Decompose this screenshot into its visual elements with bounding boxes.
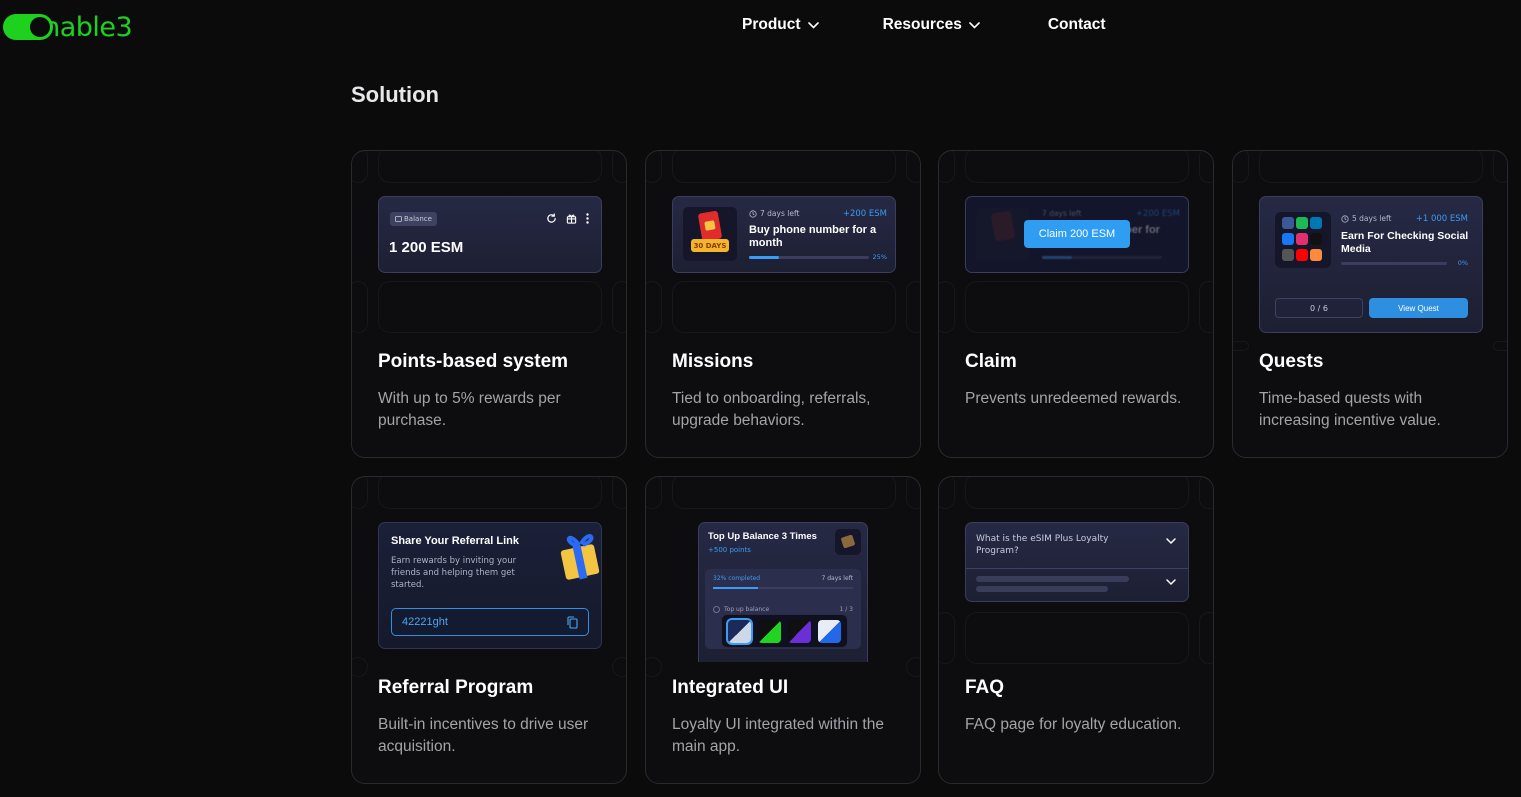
nav-resources-label: Resources	[882, 16, 962, 33]
referral-desc: Earn rewards by inviting your friends an…	[391, 556, 517, 590]
nav-product[interactable]: Product	[742, 16, 819, 34]
quest-reward: +1 000 ESM	[1415, 214, 1468, 224]
nav-product-label: Product	[742, 16, 801, 33]
days-left-text: 7 days left	[760, 209, 800, 218]
card-missions: 30 DAYS 7 days left +200 ESM Buy phone n…	[645, 150, 921, 458]
theme-swatch-light[interactable]	[818, 619, 841, 643]
referral-title: Share Your Referral Link	[391, 535, 519, 547]
balance-actions	[546, 213, 589, 224]
card-desc: FAQ page for loyalty education.	[965, 716, 1182, 733]
days-left: 7 days left	[749, 209, 799, 218]
section-title: Solution	[351, 82, 439, 107]
card-quests: 5 days left +1 000 ESM Earn For Checking…	[1232, 150, 1508, 458]
refresh-icon[interactable]	[546, 213, 557, 224]
faq-divider	[966, 568, 1188, 569]
card-title: Missions	[672, 351, 754, 372]
clock-icon	[1341, 214, 1349, 223]
quest-title: Earn For Checking Social Media	[1341, 230, 1469, 255]
theme-swatch-blue[interactable]	[726, 617, 753, 645]
chevron-down-icon[interactable]	[1166, 538, 1176, 545]
theme-swatches	[721, 614, 848, 648]
card-title: FAQ	[965, 677, 1005, 698]
mission-title: Buy phone number for a month	[749, 224, 877, 249]
gift-box-icon	[560, 534, 600, 580]
nav-contact-label: Contact	[1047, 16, 1106, 33]
referral-widget: Share Your Referral Link Earn rewards by…	[378, 522, 602, 649]
days-left-text: 7 days left	[821, 575, 853, 582]
integrated-progress-bar	[713, 587, 853, 589]
card-desc: Built-in incentives to drive user acquis…	[378, 716, 589, 755]
circle-icon	[713, 606, 720, 613]
card-desc: With up to 5% rewards per purchase.	[378, 390, 561, 429]
claim-button[interactable]: Claim 200 ESM	[1024, 220, 1130, 248]
integrated-mock-sub: +500 points	[708, 546, 751, 554]
sim-tag: 30 DAYS	[691, 239, 729, 252]
task-label: Top up balance	[724, 606, 770, 613]
referral-code: 42221ght	[402, 616, 448, 628]
view-quest-button[interactable]: View Quest	[1369, 298, 1468, 318]
social-apps-image	[1275, 212, 1331, 268]
faq-placeholder-line	[976, 576, 1129, 582]
card-desc: Prevents unredeemed rewards.	[965, 390, 1182, 407]
mission-widget: 30 DAYS 7 days left +200 ESM Buy phone n…	[672, 196, 896, 273]
claim-bg-reward: +200 ESM	[1135, 209, 1180, 219]
chevron-down-icon	[807, 21, 819, 29]
mission-reward: +200 ESM	[842, 209, 887, 219]
faq-placeholder-line	[976, 586, 1108, 592]
card-desc: Tied to onboarding, referrals, upgrade b…	[672, 390, 871, 429]
referral-code-field[interactable]: 42221ght	[391, 608, 589, 636]
theme-swatch-green[interactable]	[758, 619, 781, 643]
clock-icon	[749, 209, 757, 218]
card-title: Integrated UI	[672, 677, 789, 698]
chevron-down-icon[interactable]	[1166, 579, 1176, 586]
nav-contact[interactable]: Contact	[1048, 16, 1106, 34]
wallet-icon	[395, 216, 402, 222]
gift-icon[interactable]	[566, 213, 577, 224]
balance-label: Balance	[404, 215, 432, 223]
more-vertical-icon[interactable]	[586, 213, 589, 224]
integrated-mock-title: Top Up Balance 3 Times	[708, 531, 817, 542]
card-referral: Share Your Referral Link Earn rewards by…	[351, 476, 627, 784]
days-left: 5 days left	[1341, 214, 1391, 223]
quest-progress-pct: 0%	[1457, 259, 1468, 267]
card-faq: What is the eSIM Plus Loyalty Program? F…	[938, 476, 1214, 784]
card-desc: Time-based quests with increasing incent…	[1259, 390, 1441, 429]
quest-count: 0 / 6	[1275, 298, 1363, 318]
wallet-image	[835, 529, 861, 555]
nav-resources[interactable]: Resources	[883, 16, 980, 34]
card-title: Referral Program	[378, 677, 534, 698]
logo[interactable]: enable3	[3, 12, 133, 43]
faq-question[interactable]: What is the eSIM Plus Loyalty Program?	[976, 533, 1136, 557]
card-claim: 7 days left +200 ESM Buy phone number fo…	[938, 150, 1214, 458]
task-count: 1 / 3	[839, 606, 853, 613]
mission-progress-bar	[749, 256, 869, 259]
days-left-text: 5 days left	[1352, 214, 1392, 223]
claim-bg-days: 7 days left	[1042, 209, 1082, 218]
main-nav: Product Resources Contact	[742, 16, 1106, 34]
balance-value: 1 200 ESM	[389, 239, 464, 256]
task-row: Top up balance	[713, 606, 769, 613]
logo-mark	[3, 14, 53, 40]
card-title: Points-based system	[378, 351, 569, 372]
completed-text: 32% completed	[713, 575, 761, 582]
theme-swatch-purple[interactable]	[788, 619, 811, 643]
card-title: Quests	[1259, 351, 1324, 372]
faq-widget: What is the eSIM Plus Loyalty Program?	[965, 522, 1189, 602]
card-points: Balance 1 200 ESM Points-based system Wi…	[351, 150, 627, 458]
card-integrated-ui: Top Up Balance 3 Times +500 points 32% c…	[645, 476, 921, 784]
balance-badge: Balance	[390, 212, 437, 226]
quest-progress-bar	[1341, 262, 1447, 265]
quest-widget: 5 days left +1 000 ESM Earn For Checking…	[1259, 196, 1483, 333]
mission-progress-pct: 25%	[872, 253, 887, 261]
copy-icon[interactable]	[567, 616, 578, 629]
balance-widget: Balance 1 200 ESM	[378, 196, 602, 273]
chevron-down-icon	[969, 21, 980, 29]
card-title: Claim	[965, 351, 1017, 372]
sim-card-image: 30 DAYS	[683, 207, 737, 261]
card-desc: Loyalty UI integrated within the main ap…	[672, 716, 884, 755]
